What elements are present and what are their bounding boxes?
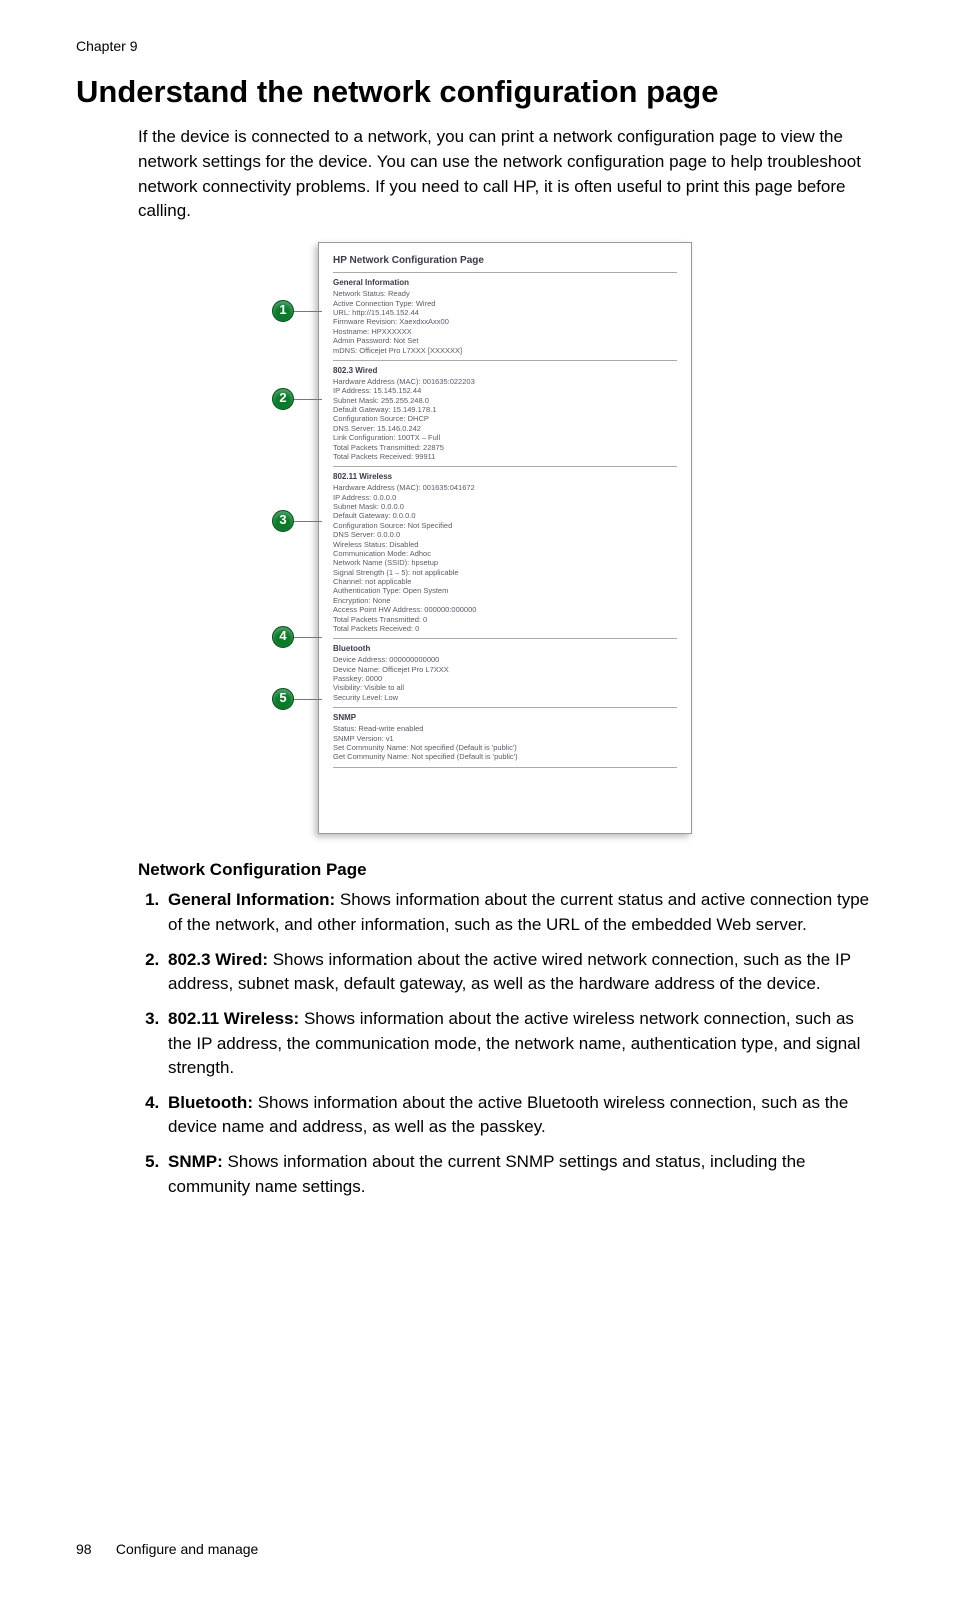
sheet-line: Authentication Type: Open System <box>333 586 677 595</box>
sheet-line: Status: Read-write enabled <box>333 724 677 733</box>
sheet-line: Get Community Name: Not specified (Defau… <box>333 752 677 761</box>
sheet-line: Passkey: 0000 <box>333 674 677 683</box>
sheet-line: IP Address: 0.0.0.0 <box>333 493 677 502</box>
sheet-line: Default Gateway: 0.0.0.0 <box>333 511 677 520</box>
sheet-line: Firmware Revision: XaexdxxAxx00 <box>333 317 677 326</box>
page-number: 98 <box>76 1539 112 1559</box>
page-title: Understand the network configuration pag… <box>76 70 878 115</box>
sheet-title: HP Network Configuration Page <box>333 255 677 268</box>
callout-badge-3: 3 <box>272 510 294 532</box>
callout-badge-2: 2 <box>272 388 294 410</box>
sheet-line: Subnet Mask: 0.0.0.0 <box>333 502 677 511</box>
sheet-line: Active Connection Type: Wired <box>333 299 677 308</box>
sheet-line: DNS Server: 15.146.0.242 <box>333 424 677 433</box>
definition-item: SNMP: Shows information about the curren… <box>164 1150 878 1199</box>
sheet-line: Set Community Name: Not specified (Defau… <box>333 743 677 752</box>
definition-item: Bluetooth: Shows information about the a… <box>164 1091 878 1140</box>
sheet-section-heading: 802.11 Wireless <box>333 472 677 482</box>
footer-section: Configure and manage <box>116 1541 258 1557</box>
intro-paragraph: If the device is connected to a network,… <box>138 125 878 224</box>
definition-text: Shows information about the active Bluet… <box>168 1093 848 1137</box>
sheet-line: Device Name: Officejet Pro L7XXX <box>333 665 677 674</box>
sheet-line: Subnet Mask: 255.255.248.0 <box>333 396 677 405</box>
sheet-line: Visibility: Visible to all <box>333 683 677 692</box>
sheet-line: Security Level: Low <box>333 693 677 702</box>
sheet-line: Link Configuration: 100TX – Full <box>333 433 677 442</box>
sheet-line: Configuration Source: Not Specified <box>333 521 677 530</box>
definition-item: 802.11 Wireless: Shows information about… <box>164 1007 878 1081</box>
callout-column: 1 2 3 4 5 <box>262 242 318 834</box>
sheet-line: Signal Strength (1 – 5): not applicable <box>333 568 677 577</box>
sheet-line: IP Address: 15.145.152.44 <box>333 386 677 395</box>
sheet-line: Total Packets Received: 99911 <box>333 452 677 461</box>
callout-badge-5: 5 <box>272 688 294 710</box>
definition-label: Bluetooth: <box>168 1093 253 1112</box>
callout-line <box>294 311 322 312</box>
callout-badge-1: 1 <box>272 300 294 322</box>
sheet-line: URL: http://15.145.152.44 <box>333 308 677 317</box>
chapter-label: Chapter 9 <box>76 36 878 56</box>
sheet-line: Channel: not applicable <box>333 577 677 586</box>
list-subheading: Network Configuration Page <box>138 858 878 883</box>
sheet-line: Total Packets Transmitted: 0 <box>333 615 677 624</box>
config-page-diagram: 1 2 3 4 5 HP Network Configuration Page Gener… <box>262 242 692 834</box>
sheet-line: Total Packets Received: 0 <box>333 624 677 633</box>
callout-line <box>294 399 322 400</box>
sheet-line: mDNS: Officejet Pro L7XXX [XXXXXX] <box>333 346 677 355</box>
definition-item: General Information: Shows information a… <box>164 888 878 937</box>
sheet-line: Access Point HW Address: 000000:000000 <box>333 605 677 614</box>
config-sheet: HP Network Configuration Page General Inf… <box>318 242 692 834</box>
callout-line <box>294 699 322 700</box>
sheet-section-heading: Bluetooth <box>333 644 677 654</box>
definition-item: 802.3 Wired: Shows information about the… <box>164 948 878 997</box>
sheet-line: Communication Mode: Adhoc <box>333 549 677 558</box>
callout-line <box>294 637 322 638</box>
sheet-section-heading: 802.3 Wired <box>333 366 677 376</box>
sheet-section-heading: General Information <box>333 278 677 288</box>
sheet-line: Admin Password: Not Set <box>333 336 677 345</box>
definition-label: 802.3 Wired: <box>168 950 268 969</box>
sheet-line: Network Name (SSID): hpsetup <box>333 558 677 567</box>
sheet-line: Total Packets Transmitted: 22875 <box>333 443 677 452</box>
page-footer: 98 Configure and manage <box>76 1539 878 1559</box>
sheet-section-heading: SNMP <box>333 713 677 723</box>
callout-badge-4: 4 <box>272 626 294 648</box>
definition-text: Shows information about the current SNMP… <box>168 1152 806 1196</box>
sheet-line: Configuration Source: DHCP <box>333 414 677 423</box>
sheet-line: Hostname: HPXXXXXX <box>333 327 677 336</box>
sheet-line: Hardware Address (MAC): 001635:041672 <box>333 483 677 492</box>
callout-line <box>294 521 322 522</box>
definition-label: 802.11 Wireless: <box>168 1009 299 1028</box>
sheet-line: SNMP Version: v1 <box>333 734 677 743</box>
sheet-line: Device Address: 000000000000 <box>333 655 677 664</box>
definition-label: SNMP: <box>168 1152 223 1171</box>
sheet-line: Default Gateway: 15.149.178.1 <box>333 405 677 414</box>
definition-list: General Information: Shows information a… <box>138 888 878 1199</box>
sheet-line: DNS Server: 0.0.0.0 <box>333 530 677 539</box>
sheet-line: Encryption: None <box>333 596 677 605</box>
sheet-line: Network Status: Ready <box>333 289 677 298</box>
definition-text: Shows information about the active wired… <box>168 950 851 994</box>
definition-label: General Information: <box>168 890 335 909</box>
sheet-line: Wireless Status: Disabled <box>333 540 677 549</box>
sheet-line: Hardware Address (MAC): 001635:022203 <box>333 377 677 386</box>
